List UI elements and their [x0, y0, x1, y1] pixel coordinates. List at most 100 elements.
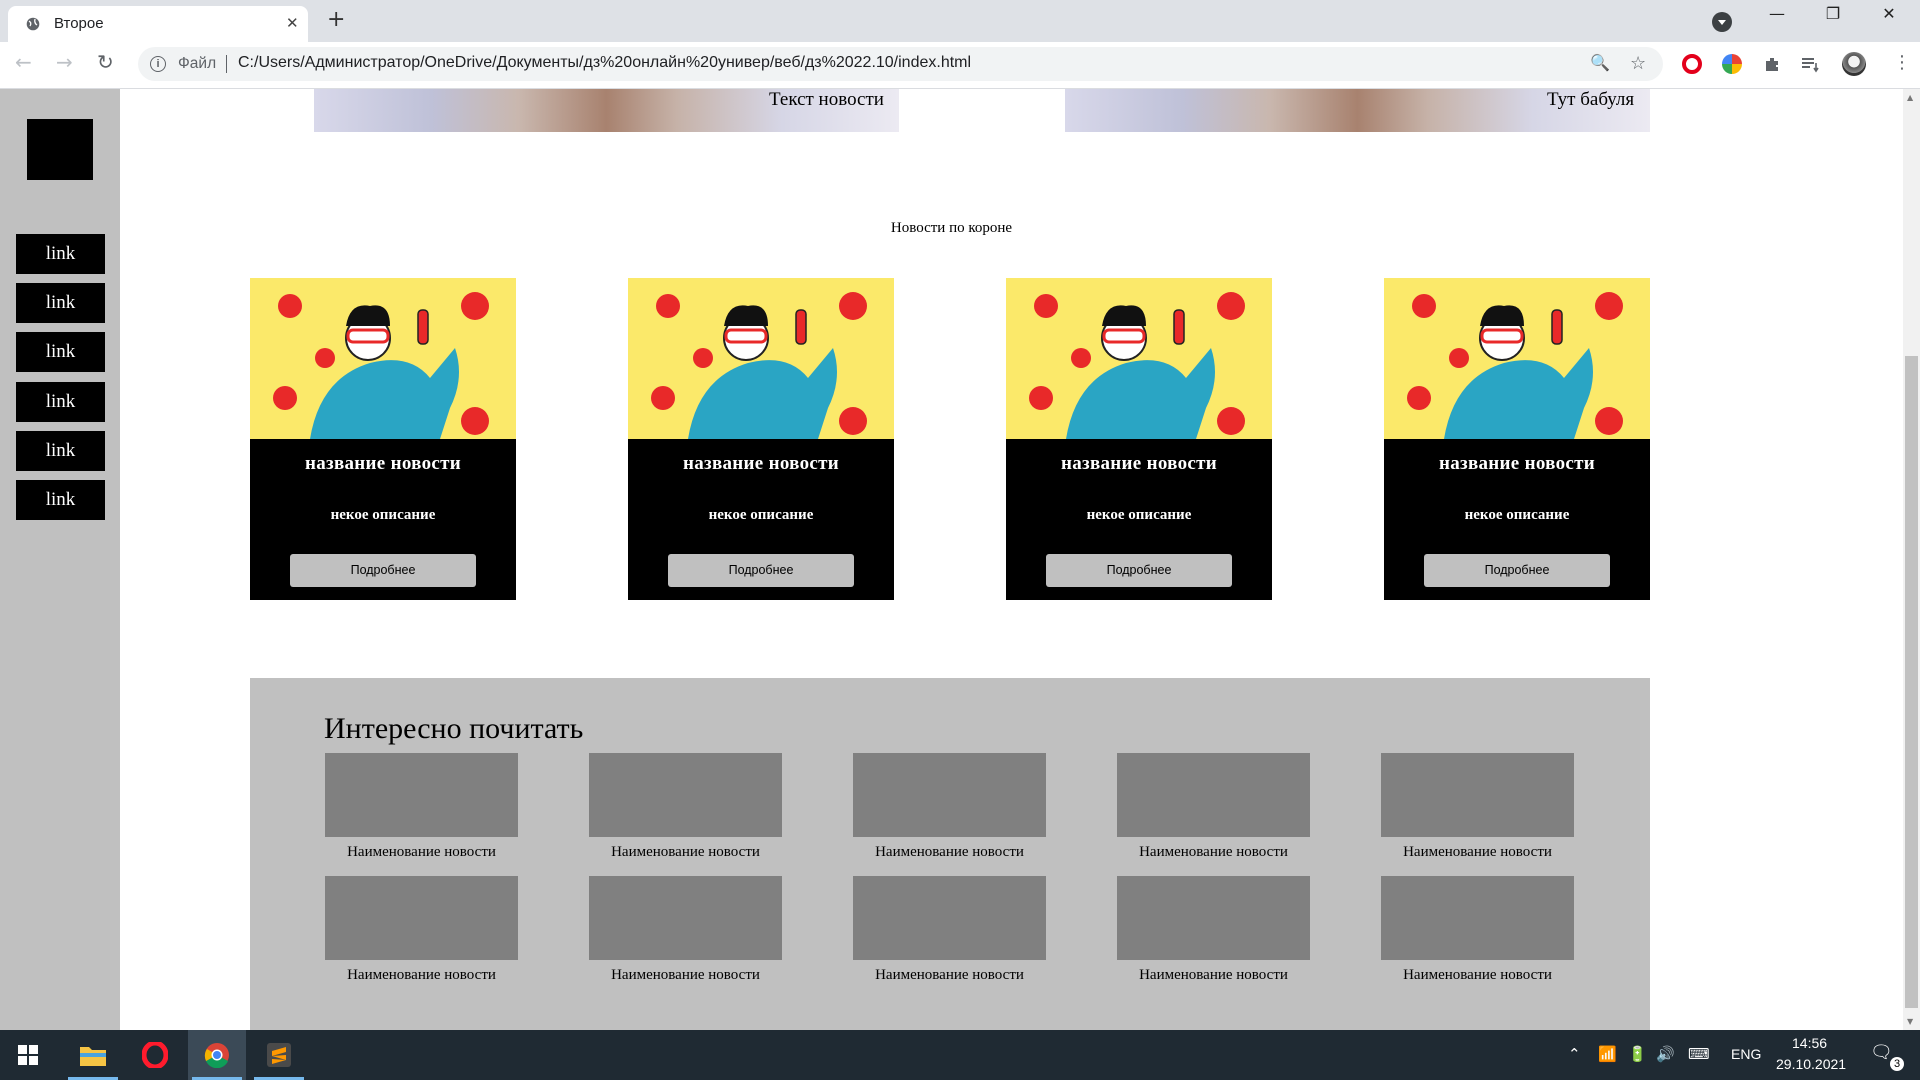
- news-thumbnail[interactable]: [1117, 876, 1310, 960]
- more-button[interactable]: Подробнее: [290, 554, 476, 587]
- news-card: название новости некое описание Подробне…: [628, 278, 894, 600]
- news-name-link[interactable]: Наименование новости: [1117, 844, 1310, 861]
- news-thumbnail[interactable]: [589, 876, 782, 960]
- sublime-text-icon: [267, 1043, 291, 1067]
- sidebar-link-6[interactable]: link: [16, 480, 105, 520]
- reading-list-icon[interactable]: [1800, 54, 1820, 74]
- news-thumbnail[interactable]: [1117, 753, 1310, 837]
- section-title: Новости по короне: [890, 220, 1013, 236]
- back-button[interactable]: ←: [15, 50, 32, 74]
- sublime-text-taskbar-button[interactable]: [250, 1030, 308, 1080]
- url-separator: [226, 55, 227, 73]
- new-tab-button[interactable]: +: [327, 7, 345, 33]
- notification-count-badge: 3: [1890, 1057, 1904, 1071]
- news-name-link[interactable]: Наименование новости: [853, 967, 1046, 984]
- news-thumbnail[interactable]: [853, 753, 1046, 837]
- news-name-link[interactable]: Наименование новости: [325, 844, 518, 861]
- news-name-link[interactable]: Наименование новости: [853, 844, 1046, 861]
- interesting-reads-section: Интересно почитать Наименование новости …: [250, 678, 1650, 1030]
- browser-toolbar: ← → ↻ i Файл C:/Users/Администратор/OneD…: [0, 42, 1920, 89]
- clock-date[interactable]: 29.10.2021: [1776, 1056, 1846, 1072]
- restore-button[interactable]: ❐: [1808, 4, 1858, 23]
- news-name-link[interactable]: Наименование новости: [1381, 967, 1574, 984]
- sidebar-link-5[interactable]: link: [16, 431, 105, 471]
- url-text[interactable]: C:/Users/Администратор/OneDrive/Документ…: [238, 54, 971, 72]
- extensions-puzzle-icon[interactable]: [1762, 54, 1782, 74]
- scientist-illustration: [628, 278, 894, 439]
- vertical-scrollbar[interactable]: ▲ ▼: [1903, 89, 1920, 1030]
- news-card: название новости некое описание Подробне…: [1006, 278, 1272, 600]
- reload-button[interactable]: ↻: [97, 50, 114, 74]
- volume-icon[interactable]: 🔊: [1656, 1045, 1675, 1063]
- chrome-taskbar-button[interactable]: [188, 1030, 246, 1080]
- more-menu-icon[interactable]: ⋮: [1893, 52, 1911, 73]
- tab-search-icon[interactable]: [1712, 12, 1732, 32]
- scroll-up-icon[interactable]: ▲: [1907, 93, 1913, 102]
- notifications-icon[interactable]: 🗨: [1870, 1042, 1893, 1063]
- folder-icon: [80, 1047, 106, 1066]
- card-description: некое описание: [708, 507, 814, 523]
- sidebar-link-1[interactable]: link: [16, 234, 105, 274]
- scroll-down-icon[interactable]: ▼: [1907, 1017, 1913, 1026]
- color-extension-icon[interactable]: [1722, 54, 1742, 74]
- more-button[interactable]: Подробнее: [1046, 554, 1232, 587]
- tray-overflow-icon[interactable]: ⌃: [1568, 1045, 1581, 1063]
- opera-extension-icon[interactable]: [1682, 54, 1702, 74]
- news-thumbnail[interactable]: [853, 876, 1046, 960]
- news-name-link[interactable]: Наименование новости: [589, 967, 782, 984]
- file-explorer-taskbar-button[interactable]: [64, 1030, 122, 1080]
- card-description: некое описание: [1086, 507, 1192, 523]
- more-button[interactable]: Подробнее: [668, 554, 854, 587]
- news-card: название новости некое описание Подробне…: [1384, 278, 1650, 600]
- language-indicator[interactable]: ENG: [1731, 1046, 1761, 1062]
- card-description: некое описание: [330, 507, 436, 523]
- news-thumbnail[interactable]: [1381, 876, 1574, 960]
- card-title: название новости: [1438, 453, 1596, 474]
- minimize-button[interactable]: —: [1752, 4, 1802, 23]
- opera-taskbar-button[interactable]: [126, 1030, 184, 1080]
- news-name-link[interactable]: Наименование новости: [325, 967, 518, 984]
- sidebar-link-2[interactable]: link: [16, 283, 105, 323]
- scrollbar-thumb[interactable]: [1905, 356, 1918, 1008]
- globe-icon: [26, 17, 40, 31]
- battery-icon[interactable]: 🔋: [1628, 1045, 1647, 1063]
- bookmark-star-icon[interactable]: ☆: [1630, 53, 1646, 74]
- card-title: название новости: [304, 453, 462, 474]
- browser-tab[interactable]: Второе ✕: [8, 6, 308, 42]
- tab-title: Второе: [54, 15, 104, 32]
- news-thumbnail[interactable]: [589, 753, 782, 837]
- news-thumbnail[interactable]: [325, 753, 518, 837]
- profile-avatar[interactable]: [1842, 52, 1866, 76]
- address-bar[interactable]: i Файл C:/Users/Администратор/OneDrive/Д…: [138, 47, 1663, 81]
- windows-taskbar: ⌃ 📶 🔋 🔊 ⌨ ENG 14:56 29.10.2021 🗨 3: [0, 1030, 1920, 1080]
- chrome-icon: [204, 1043, 229, 1068]
- url-scheme-label: Файл: [178, 55, 217, 72]
- info-icon[interactable]: i: [150, 56, 166, 72]
- card-title: название новости: [682, 453, 840, 474]
- windows-start-icon[interactable]: [18, 1045, 38, 1065]
- sidebar-link-4[interactable]: link: [16, 382, 105, 422]
- card-description: некое описание: [1464, 507, 1570, 523]
- close-window-button[interactable]: ✕: [1864, 4, 1914, 23]
- card-title: название новости: [1060, 453, 1218, 474]
- wifi-icon[interactable]: 📶: [1598, 1045, 1617, 1063]
- news-thumbnail[interactable]: [1381, 753, 1574, 837]
- logo: [27, 119, 93, 180]
- news-card: название новости некое описание Подробне…: [250, 278, 516, 600]
- sidebar-link-3[interactable]: link: [16, 332, 105, 372]
- hero-caption: Текст новости: [769, 89, 884, 110]
- more-button[interactable]: Подробнее: [1424, 554, 1610, 587]
- news-name-link[interactable]: Наименование новости: [1381, 844, 1574, 861]
- zoom-icon[interactable]: 🔍: [1590, 53, 1610, 72]
- scientist-illustration: [1384, 278, 1650, 439]
- section-heading: Интересно почитать: [324, 712, 584, 745]
- tab-close-icon[interactable]: ✕: [286, 14, 299, 32]
- scientist-illustration: [250, 278, 516, 439]
- news-thumbnail[interactable]: [325, 876, 518, 960]
- keyboard-icon[interactable]: ⌨: [1688, 1045, 1710, 1063]
- tab-strip: Второе ✕ + — ❐ ✕: [0, 0, 1920, 42]
- forward-button[interactable]: →: [56, 50, 73, 74]
- news-name-link[interactable]: Наименование новости: [589, 844, 782, 861]
- clock-time[interactable]: 14:56: [1792, 1035, 1827, 1051]
- news-name-link[interactable]: Наименование новости: [1117, 967, 1310, 984]
